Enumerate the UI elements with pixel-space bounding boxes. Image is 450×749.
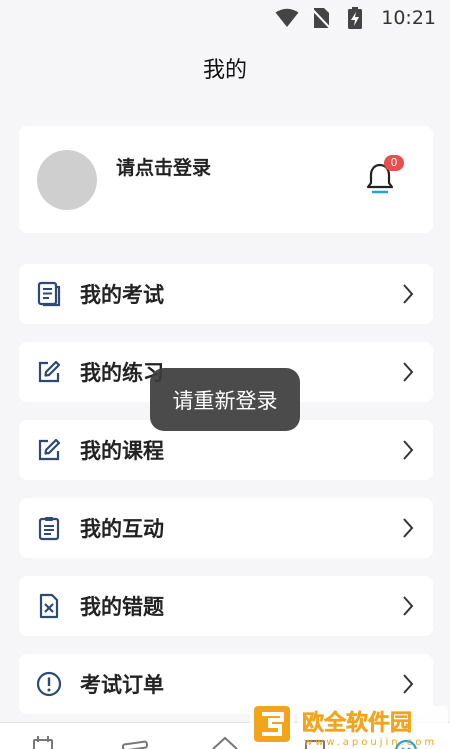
- chevron-right-icon: [401, 360, 415, 384]
- chevron-right-icon: [401, 672, 415, 696]
- wrong-answer-icon: [35, 592, 63, 620]
- menu-item-label: 我的课程: [80, 439, 164, 463]
- tab-exam-icon[interactable]: [31, 735, 57, 749]
- chevron-right-icon: [401, 438, 415, 462]
- status-time: 10:21: [381, 7, 436, 29]
- menu-item-label: 我的互动: [80, 517, 164, 541]
- menu-item-label: 我的考试: [80, 283, 164, 307]
- alert-circle-icon: [35, 670, 63, 698]
- login-prompt[interactable]: 请点击登录: [116, 153, 211, 180]
- menu-item-label: 考试订单: [80, 673, 164, 697]
- wifi-icon: [275, 7, 299, 29]
- svg-text:欧全软件园: 欧全软件园: [302, 710, 412, 736]
- page-title: 我的: [202, 58, 247, 83]
- tab-home-icon[interactable]: [211, 735, 238, 749]
- profile-card[interactable]: 请点击登录 0: [19, 126, 433, 233]
- chevron-right-icon: [401, 516, 415, 540]
- status-bar: 10:21: [0, 0, 450, 36]
- menu-item-my-exams[interactable]: 我的考试: [19, 264, 433, 324]
- clipboard-icon: [35, 514, 63, 542]
- menu-item-my-interactions[interactable]: 我的互动: [19, 498, 433, 558]
- no-sim-icon: [309, 7, 333, 29]
- watermark-logo: 欧全软件园 www.apoujin.com: [250, 700, 450, 749]
- toast-message: 请重新登录: [150, 368, 300, 431]
- avatar[interactable]: [37, 150, 97, 210]
- tab-practice-icon[interactable]: [121, 735, 149, 749]
- chevron-right-icon: [401, 282, 415, 306]
- notification-badge: 0: [384, 155, 404, 171]
- edit-icon: [35, 358, 63, 386]
- svg-text:www.apoujin.com: www.apoujin.com: [304, 737, 437, 748]
- battery-charging-icon: [343, 7, 367, 29]
- edit-icon: [35, 436, 63, 464]
- menu-item-my-mistakes[interactable]: 我的错题: [19, 576, 433, 636]
- document-list-icon: [35, 280, 63, 308]
- chevron-right-icon: [401, 594, 415, 618]
- menu-item-label: 我的错题: [80, 595, 164, 619]
